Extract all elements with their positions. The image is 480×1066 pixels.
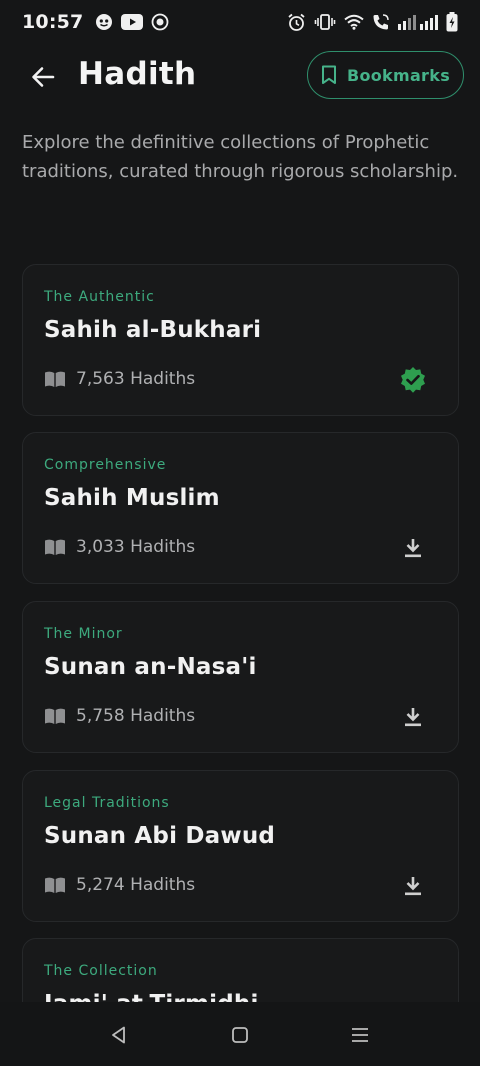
intro-text: Explore the definitive collections of Pr… (22, 132, 459, 182)
card-meta: 7,563 Hadiths (44, 369, 195, 389)
download-icon (405, 877, 421, 896)
arrow-left-icon (32, 67, 55, 87)
card-tag: The Collection (44, 963, 158, 979)
status-time: 10:57 (22, 11, 84, 33)
status-right-icons (287, 12, 458, 32)
nav-back-button[interactable] (104, 1020, 134, 1050)
collection-card-bukhari[interactable]: The Authentic Sahih al-Bukhari 7,563 Had… (22, 264, 459, 416)
download-button[interactable] (398, 702, 428, 732)
card-meta: 3,033 Hadiths (44, 537, 195, 557)
hadith-screen: 10:57 Hadith Bookmarks Explore the defin… (0, 0, 480, 1066)
status-left-icons (95, 13, 169, 31)
hadith-count: 5,274 Hadiths (76, 875, 196, 895)
card-tag: Comprehensive (44, 457, 167, 473)
download-icon (405, 708, 421, 727)
vibrate-icon (314, 13, 336, 31)
square-home-icon (232, 1027, 248, 1043)
wifi-calling-icon (372, 13, 390, 31)
record-icon (151, 13, 169, 31)
book-icon (45, 708, 65, 724)
card-meta: 5,274 Hadiths (44, 875, 195, 895)
collection-card-tirmidhi[interactable]: The Collection Jami' at-Tirmidhi (22, 938, 459, 1002)
card-title: Sahih Muslim (44, 485, 220, 511)
card-title: Jami' at-Tirmidhi (44, 991, 259, 1002)
card-tag: The Authentic (44, 289, 155, 305)
hadith-count: 5,758 Hadiths (76, 706, 196, 726)
menu-lines-icon (352, 1028, 368, 1042)
collection-card-nasai[interactable]: The Minor Sunan an-Nasa'i 5,758 Hadiths (22, 601, 459, 753)
book-icon (45, 539, 65, 555)
signal-strength-icon (398, 14, 438, 30)
book-icon (45, 371, 65, 387)
status-bar: 10:57 (0, 0, 480, 44)
bookmarks-label: Bookmarks (346, 65, 451, 85)
page-title: Hadith (78, 56, 197, 92)
triangle-back-icon (112, 1026, 125, 1044)
download-button[interactable] (398, 871, 428, 901)
youtube-icon (121, 14, 144, 30)
card-tag: The Minor (44, 626, 123, 642)
download-icon (405, 539, 421, 558)
system-navigation-bar (0, 1002, 480, 1066)
card-title: Sunan an-Nasa'i (44, 654, 257, 680)
card-meta: 5,758 Hadiths (44, 706, 195, 726)
card-tag: Legal Traditions (44, 795, 170, 811)
collection-list[interactable]: The Authentic Sahih al-Bukhari 7,563 Had… (22, 264, 459, 1002)
bookmark-icon (321, 65, 336, 84)
app-notification-icon (95, 13, 113, 31)
alarm-icon (287, 13, 306, 32)
battery-charging-icon (446, 12, 458, 32)
collection-card-muslim[interactable]: Comprehensive Sahih Muslim 3,033 Hadiths (22, 432, 459, 584)
wifi-icon (344, 14, 364, 30)
app-header: Hadith Bookmarks (0, 50, 480, 102)
hadith-count: 3,033 Hadiths (76, 537, 196, 557)
back-button[interactable] (26, 60, 60, 94)
card-title: Sahih al-Bukhari (44, 317, 262, 343)
verified-check-icon (398, 365, 428, 395)
bookmarks-button[interactable]: Bookmarks (307, 51, 464, 99)
download-button[interactable] (398, 533, 428, 563)
collection-card-abi-dawud[interactable]: Legal Traditions Sunan Abi Dawud 5,274 H… (22, 770, 459, 922)
card-title: Sunan Abi Dawud (44, 823, 276, 849)
hadith-count: 7,563 Hadiths (76, 369, 196, 389)
nav-recents-button[interactable] (345, 1020, 375, 1050)
nav-home-button[interactable] (225, 1020, 255, 1050)
book-icon (45, 877, 65, 893)
